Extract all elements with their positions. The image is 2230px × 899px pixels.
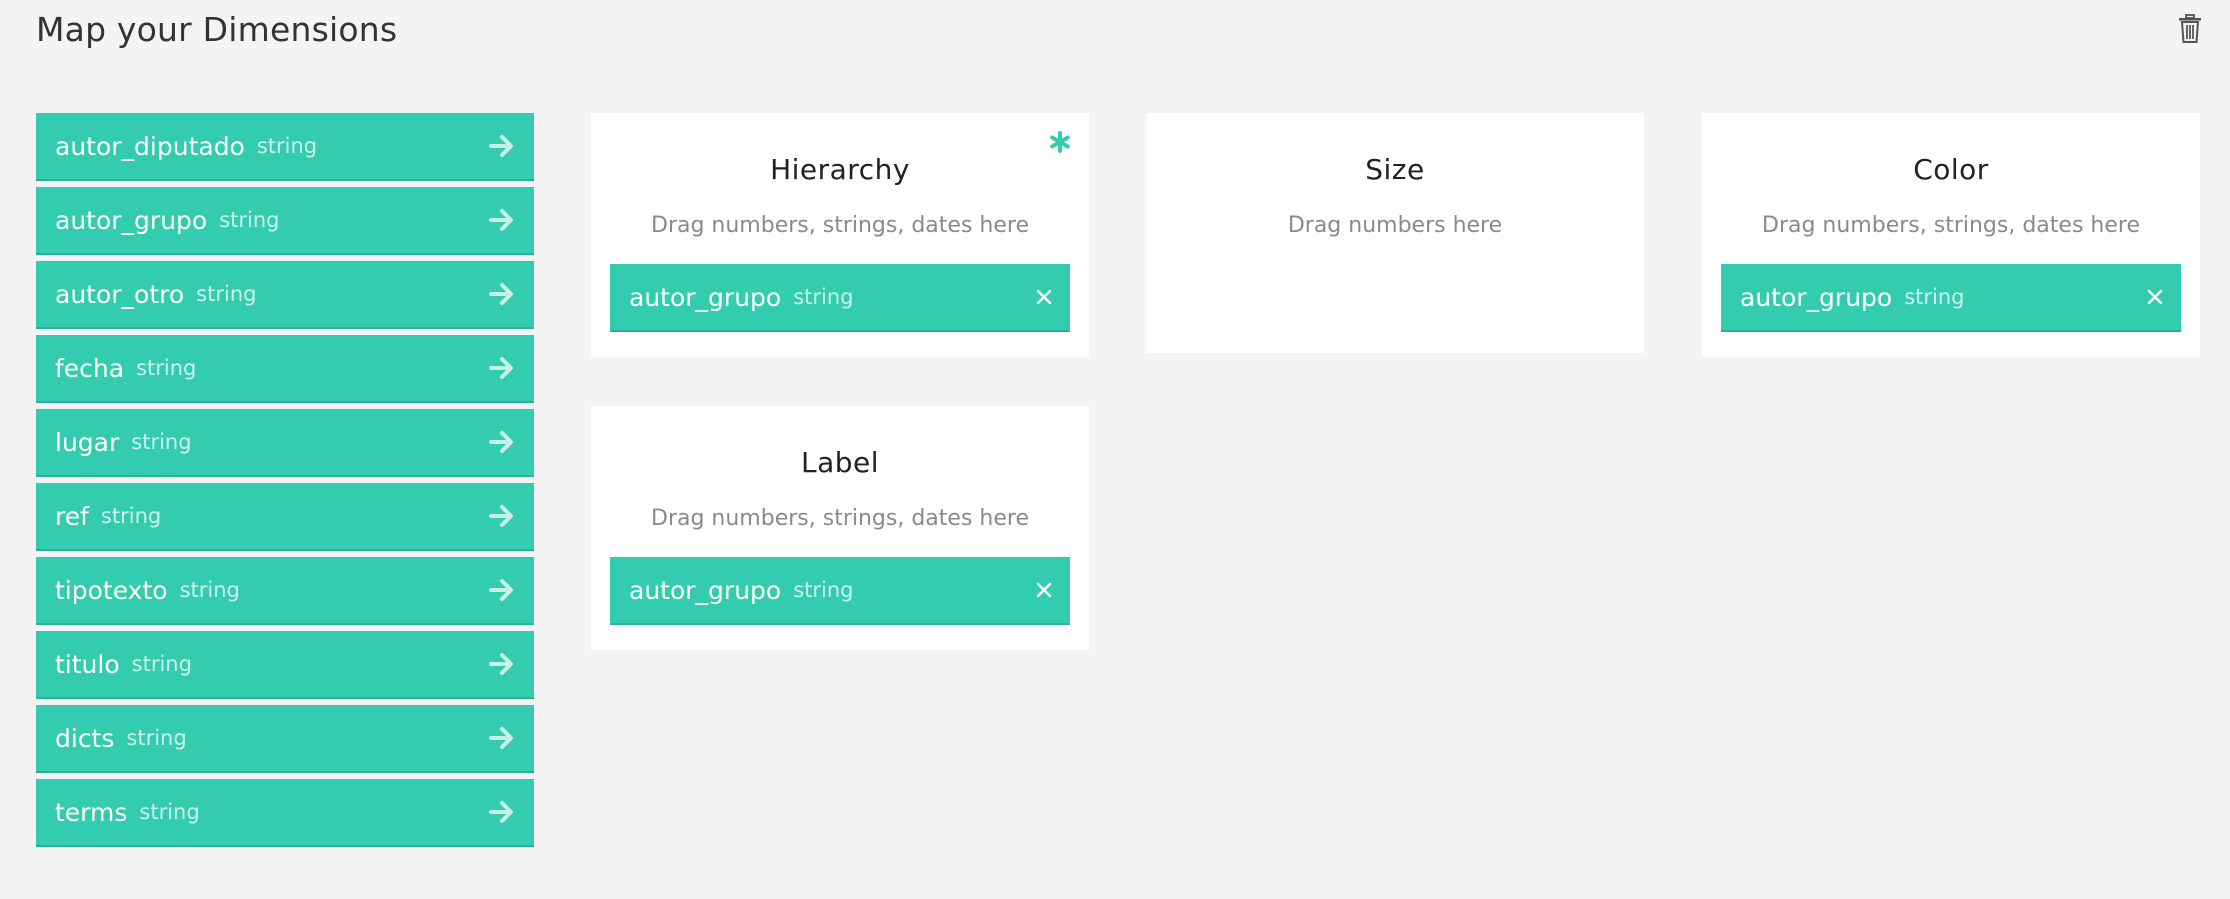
- dimension-item[interactable]: titulo string: [36, 631, 534, 699]
- dimension-item[interactable]: ref string: [36, 483, 534, 551]
- mapped-dimension-chip[interactable]: autor_grupo string: [1721, 264, 2181, 332]
- dimension-item[interactable]: lugar string: [36, 409, 534, 477]
- dimension-name: autor_grupo: [55, 205, 208, 235]
- dimension-list: autor_diputado string autor_grupo string…: [36, 113, 534, 853]
- dimension-item[interactable]: tipotexto string: [36, 557, 534, 625]
- size-hint: Drag numbers here: [1287, 213, 1503, 238]
- chip-name: autor_grupo: [1740, 282, 1893, 312]
- chip-name: autor_grupo: [629, 575, 782, 605]
- chip-type: string: [1904, 284, 1965, 309]
- arrow-right-icon: [489, 209, 513, 231]
- dimension-type: string: [131, 429, 192, 454]
- close-icon[interactable]: [1034, 580, 1054, 600]
- dimension-item[interactable]: autor_otro string: [36, 261, 534, 329]
- dimension-item[interactable]: autor_grupo string: [36, 187, 534, 255]
- dimension-name: lugar: [55, 427, 120, 457]
- dimension-type: string: [136, 355, 197, 380]
- dimension-name: autor_diputado: [55, 131, 245, 161]
- dimension-name: autor_otro: [55, 279, 185, 309]
- arrow-right-icon: [489, 283, 513, 305]
- dimension-item[interactable]: dicts string: [36, 705, 534, 773]
- label-dropzone[interactable]: Label Drag numbers, strings, dates here …: [591, 406, 1089, 650]
- dimension-type: string: [126, 725, 187, 750]
- dimension-name: terms: [55, 797, 128, 827]
- dimension-type: string: [256, 133, 318, 158]
- arrow-right-icon: [489, 727, 513, 749]
- dimension-item[interactable]: terms string: [36, 779, 534, 847]
- dimension-type: string: [196, 281, 257, 306]
- chip-name: autor_grupo: [629, 282, 782, 312]
- dimension-name: tipotexto: [55, 575, 168, 605]
- close-icon[interactable]: [1034, 287, 1054, 307]
- arrow-right-icon: [489, 357, 513, 379]
- dimension-type: string: [100, 503, 162, 528]
- size-title: Size: [1365, 153, 1425, 186]
- dimension-type: string: [219, 207, 280, 232]
- dimension-name: dicts: [55, 723, 115, 753]
- dimension-item[interactable]: fecha string: [36, 335, 534, 403]
- hierarchy-hint: Drag numbers, strings, dates here: [651, 213, 1029, 238]
- size-dropzone[interactable]: Size Drag numbers here: [1146, 113, 1644, 353]
- arrow-right-icon: [489, 135, 513, 157]
- mapped-dimension-chip[interactable]: autor_grupo string: [610, 264, 1070, 332]
- dimension-name: ref: [55, 501, 89, 531]
- chip-type: string: [793, 284, 854, 309]
- trash-icon[interactable]: [2177, 14, 2203, 44]
- dimension-type: string: [139, 799, 200, 824]
- dimension-name: titulo: [55, 649, 120, 679]
- dimension-item[interactable]: autor_diputado string: [36, 113, 534, 181]
- page-title: Map your Dimensions: [36, 10, 398, 49]
- label-title: Label: [800, 446, 880, 479]
- dimension-type: string: [179, 577, 240, 602]
- arrow-right-icon: [489, 653, 513, 675]
- arrow-right-icon: [489, 579, 513, 601]
- dimension-name: fecha: [55, 353, 125, 383]
- color-hint: Drag numbers, strings, dates here: [1762, 213, 2140, 238]
- chip-type: string: [793, 577, 854, 602]
- arrow-right-icon: [489, 431, 513, 453]
- color-title: Color: [1913, 153, 1989, 186]
- label-hint: Drag numbers, strings, dates here: [651, 506, 1029, 531]
- arrow-right-icon: [489, 801, 513, 823]
- color-dropzone[interactable]: Color Drag numbers, strings, dates here …: [1702, 113, 2200, 357]
- hierarchy-dropzone[interactable]: Hierarchy Drag numbers, strings, dates h…: [591, 113, 1089, 357]
- mapped-dimension-chip[interactable]: autor_grupo string: [610, 557, 1070, 625]
- arrow-right-icon: [489, 505, 513, 527]
- required-asterisk-icon: [1050, 131, 1070, 153]
- dimension-type: string: [131, 651, 192, 676]
- close-icon[interactable]: [2145, 287, 2165, 307]
- hierarchy-title: Hierarchy: [770, 153, 910, 186]
